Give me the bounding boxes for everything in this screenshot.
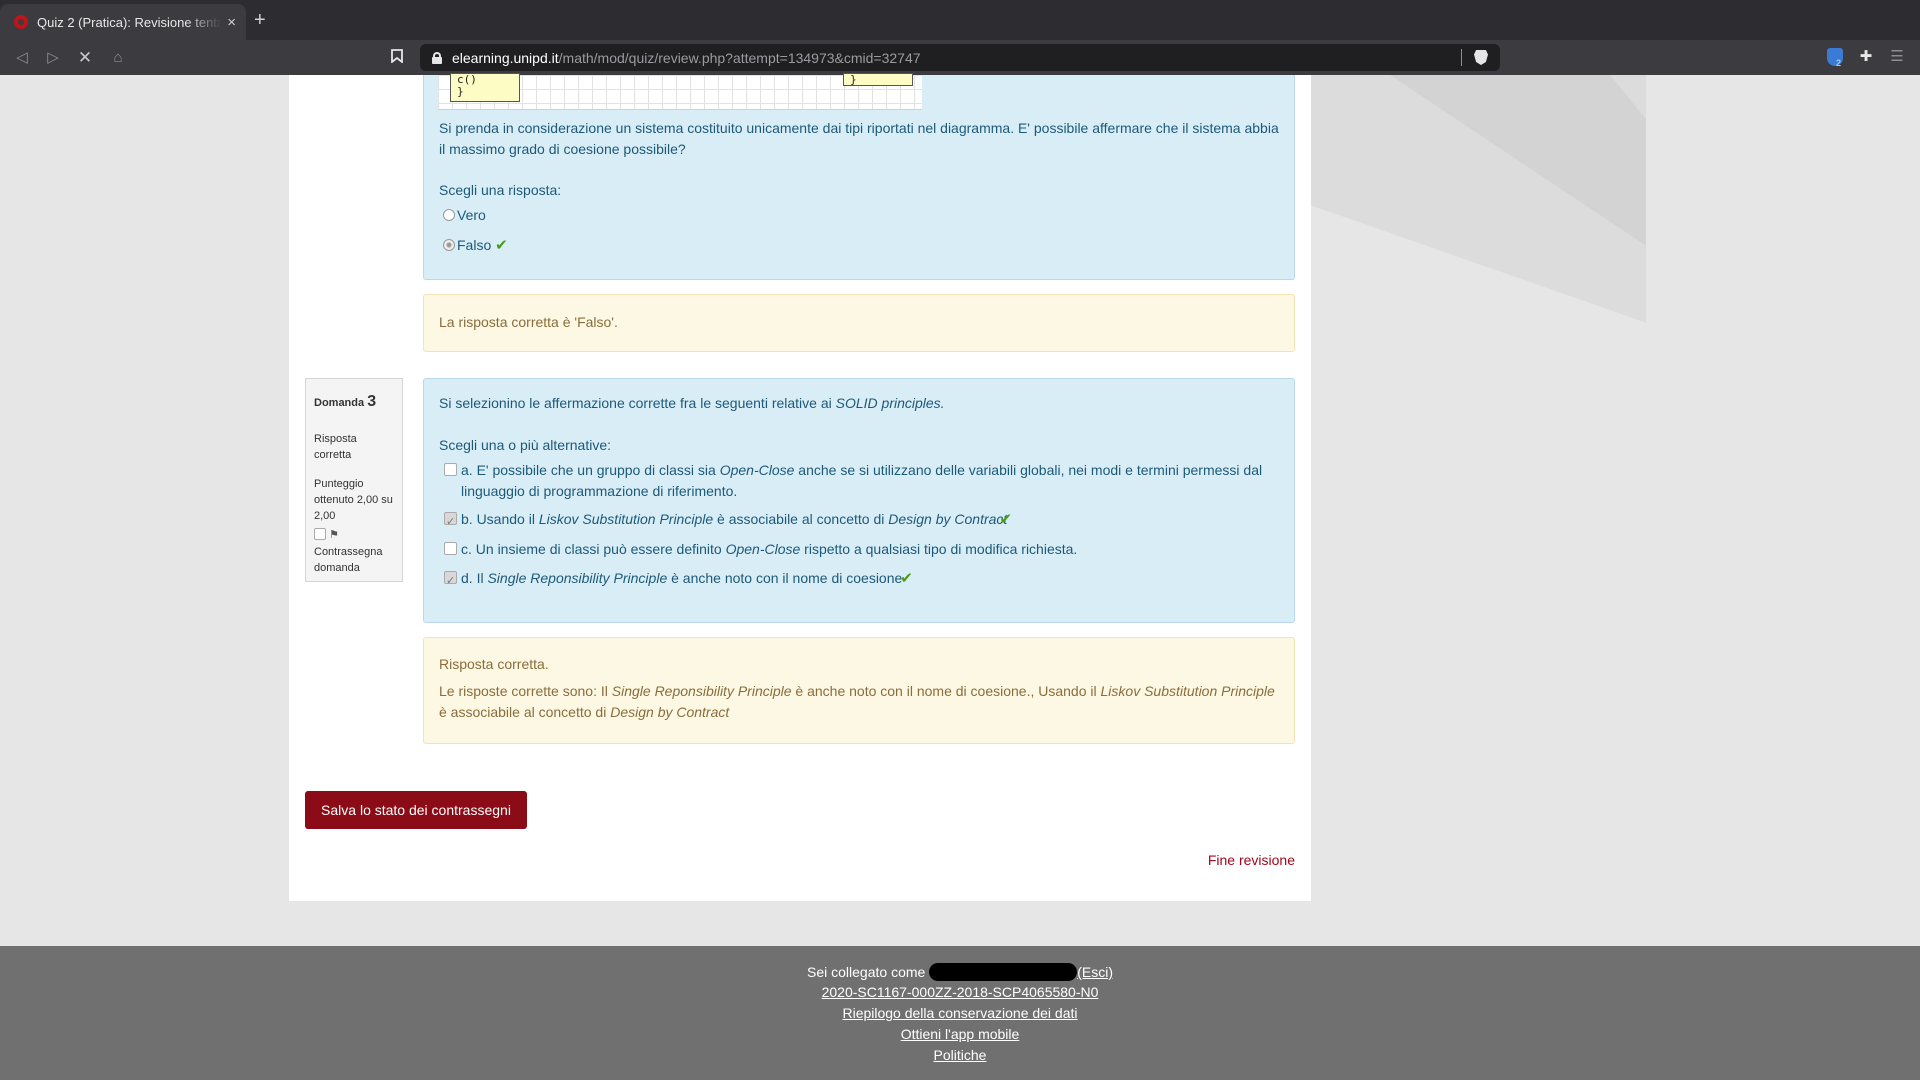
tab-bar: Quiz 2 (Pratica): Revisione tentativo × … <box>0 0 1920 40</box>
data-retention-link[interactable]: Riepilogo della conservazione dei dati <box>842 1005 1077 1021</box>
logged-in-label: Sei collegato come <box>807 964 926 980</box>
option-d-text-end: è anche noto con il nome di coesione <box>667 570 903 586</box>
end-review-link[interactable]: Fine revisione <box>1208 852 1295 868</box>
question-2-text: Si prenda in considerazione un sistema c… <box>439 120 1279 157</box>
option-c[interactable]: c. Un insieme di classi può essere defin… <box>444 539 1284 560</box>
option-falso[interactable]: Falso ✔ <box>443 235 508 256</box>
flag-icon: ⚑ <box>329 529 339 541</box>
checkbox-option-c[interactable] <box>444 542 457 555</box>
option-b[interactable]: b. Usando il Liskov Substitution Princip… <box>444 509 1284 532</box>
checkbox-option-a[interactable] <box>444 463 457 476</box>
extension-badge: 2 <box>1836 58 1842 68</box>
browser-toolbar: ◁ ▷ ✕ ⌂ elearning.unipd.it/math/mod/quiz… <box>0 40 1920 75</box>
home-icon[interactable]: ⌂ <box>108 48 128 68</box>
logout-link[interactable]: (Esci) <box>1077 964 1113 980</box>
address-bar[interactable]: elearning.unipd.it/math/mod/quiz/review.… <box>420 44 1500 71</box>
unipd-favicon-icon <box>14 15 28 29</box>
option-d[interactable]: d. Il Single Reponsibility Principle è a… <box>444 568 1284 591</box>
new-tab-icon[interactable]: + <box>254 10 266 30</box>
question-3-content: Si selezionino le affermazione corrette … <box>423 378 1295 623</box>
feedback-emphasis-2: Liskov Substitution Principle <box>1100 683 1275 699</box>
flag-question[interactable]: ⚑ <box>314 527 339 543</box>
url-path: /math/mod/quiz/review.php?attempt=134973… <box>558 49 921 66</box>
lock-icon <box>432 51 442 64</box>
option-b-emphasis: Liskov Substitution Principle <box>538 511 714 527</box>
correct-check-icon: ✔ <box>999 510 1012 528</box>
radio-falso[interactable] <box>443 239 455 251</box>
option-vero[interactable]: Vero <box>443 205 486 226</box>
question-status: Risposta corretta <box>314 433 357 461</box>
policies-link[interactable]: Politiche <box>934 1047 987 1063</box>
flag-label: Contrassegna domanda <box>314 546 383 574</box>
save-flags-button[interactable]: Salva lo stato dei contrassegni <box>305 791 527 829</box>
footer: Sei collegato come (Esci) 2020-SC1167-00… <box>0 946 1920 1080</box>
feedback-text: Le risposte corrette sono: Il <box>439 683 612 699</box>
flag-checkbox[interactable] <box>314 528 326 540</box>
option-b-text-mid: è associabile al concetto di <box>713 511 889 527</box>
feedback-title: Risposta corretta. <box>439 656 549 672</box>
feedback-text-3: è associabile al concetto di <box>439 704 611 720</box>
question-3-intro: Si selezionino le affermazione corrette … <box>439 395 832 411</box>
option-a-text: a. E' possibile che un gruppo di classi … <box>461 462 720 478</box>
checkbox-option-d[interactable] <box>444 570 457 591</box>
puzzle-icon[interactable]: ✚ <box>1856 47 1876 67</box>
correct-answers-text: Le risposte corrette sono: Il Single Rep… <box>439 681 1279 723</box>
uml-diagram-image: c() } } <box>438 73 922 110</box>
uml-class-box: c() } <box>450 73 520 102</box>
close-tab-icon[interactable]: × <box>227 14 236 31</box>
radio-vero[interactable] <box>443 209 455 221</box>
feedback-emphasis-3: Design by Contract <box>610 704 730 720</box>
stop-icon[interactable]: ✕ <box>75 48 95 68</box>
question-2-prompt: Scegli una risposta: <box>439 182 562 198</box>
url-separator <box>1461 49 1462 66</box>
correct-check-icon: ✔ <box>900 569 913 587</box>
option-a-emphasis: Open-Close <box>719 462 795 478</box>
question-number: Domanda 3 <box>314 394 376 411</box>
option-falso-label: Falso <box>457 237 492 253</box>
question-number-value: 3 <box>367 393 377 410</box>
question-3-info: Domanda 3 Risposta corretta Punteggio ot… <box>305 378 403 582</box>
browser-tab[interactable]: Quiz 2 (Pratica): Revisione tentativo × <box>0 4 246 40</box>
tab-title: Quiz 2 (Pratica): Revisione tentativo <box>37 14 222 30</box>
course-code-link[interactable]: 2020-SC1167-000ZZ-2018-SCP4065580-N0 <box>822 984 1099 1000</box>
option-vero-label: Vero <box>457 207 486 223</box>
logged-in-info: Sei collegato come (Esci) <box>0 963 1920 981</box>
option-b-text: b. Usando il <box>461 511 539 527</box>
url-host: elearning.unipd.it <box>452 49 559 66</box>
decorative-background-shape <box>1310 75 1646 323</box>
back-icon[interactable]: ◁ <box>12 48 32 68</box>
option-c-text-end: rispetto a qualsiasi tipo di modifica ri… <box>800 541 1078 557</box>
option-d-emphasis: Single Reponsibility Principle <box>487 570 668 586</box>
option-c-text: c. Un insieme di classi può essere defin… <box>461 541 726 557</box>
question-3-prompt: Scegli una o più alternative: <box>439 437 611 453</box>
question-2-feedback: La risposta corretta è 'Falso'. <box>423 294 1295 352</box>
mobile-app-link[interactable]: Ottieni l'app mobile <box>901 1026 1020 1042</box>
menu-icon[interactable]: ☰ <box>1887 47 1907 67</box>
option-d-text: d. Il <box>461 570 488 586</box>
option-a[interactable]: a. E' possibile che un gruppo di classi … <box>444 460 1284 502</box>
question-score: Punteggio ottenuto 2,00 su 2,00 <box>314 478 393 522</box>
option-b-emphasis-2: Design by Contract <box>888 511 1008 527</box>
question-3-feedback: Risposta corretta. Le risposte corrette … <box>423 637 1295 744</box>
question-3-intro-emphasis: SOLID principles. <box>835 395 945 411</box>
bookmark-icon[interactable] <box>388 48 406 68</box>
correct-check-icon: ✔ <box>495 236 508 254</box>
brave-shield-icon[interactable] <box>1474 50 1488 65</box>
forward-icon[interactable]: ▷ <box>43 48 63 68</box>
feedback-text-2: è anche noto con il nome di coesione., U… <box>791 683 1101 699</box>
redacted-username <box>929 963 1078 981</box>
uml-class-box: } <box>843 73 913 86</box>
feedback-emphasis: Single Reponsibility Principle <box>611 683 792 699</box>
correct-answer-text: La risposta corretta è 'Falso'. <box>439 314 618 330</box>
option-c-emphasis: Open-Close <box>725 541 801 557</box>
question-3-text: Si selezionino le affermazione corrette … <box>439 393 945 414</box>
checkbox-option-b[interactable] <box>444 511 457 532</box>
question-label: Domanda <box>314 397 365 409</box>
